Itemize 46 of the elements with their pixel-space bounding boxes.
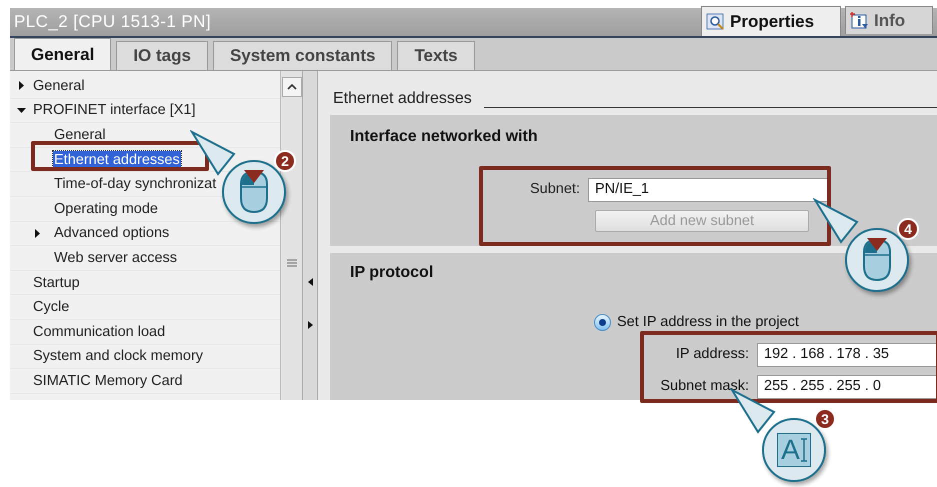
info-icon xyxy=(850,12,870,30)
field-label: Subnet: xyxy=(529,180,580,200)
tab[interactable]: Texts xyxy=(397,41,475,70)
mouse-icon xyxy=(860,238,894,282)
step-number-badge: 3 xyxy=(814,408,836,430)
radio-label: Set IP address in the project xyxy=(617,313,799,332)
tree-item[interactable]: Advanced options xyxy=(53,224,170,242)
section-heading: Ethernet addresses xyxy=(333,89,472,109)
window-title: PLC_2 [CPU 1513-1 PN] xyxy=(14,11,211,34)
tab[interactable]: IO tags xyxy=(116,41,208,70)
tab[interactable]: General xyxy=(14,38,112,70)
tab[interactable]: System constants xyxy=(212,41,392,70)
panel-title: IP protocol xyxy=(350,263,434,283)
tree-item[interactable]: Startup xyxy=(32,274,81,292)
tree-item[interactable]: Operating mode xyxy=(53,200,159,218)
scrollbar[interactable] xyxy=(280,71,302,400)
tree-item[interactable]: Ethernet addresses xyxy=(53,150,181,169)
inspector-tab[interactable]: Info xyxy=(845,6,933,34)
tree-item[interactable]: SIMATIC Memory Card xyxy=(32,372,184,390)
collapse-left-icon[interactable] xyxy=(308,278,312,286)
field-label: IP address: xyxy=(674,344,749,364)
mouse-icon xyxy=(237,170,271,214)
text-cursor-icon: A xyxy=(777,433,811,467)
field-label: Subnet mask: xyxy=(659,376,749,396)
tree-item[interactable]: Web server access xyxy=(53,248,178,267)
tree-item[interactable]: General xyxy=(53,126,107,144)
scroll-up-icon[interactable] xyxy=(286,84,296,90)
tree-item[interactable]: Time-of-day synchronizat xyxy=(53,175,218,194)
tree-item[interactable]: General xyxy=(32,76,86,95)
subnet-field[interactable]: PN/IE_1 xyxy=(588,178,828,202)
collapsed-arrow-icon[interactable] xyxy=(33,228,42,238)
tree-item[interactable]: Communication load xyxy=(32,322,166,341)
grip-icon xyxy=(286,259,296,267)
panel-title: Interface networked with xyxy=(350,127,538,147)
collapsed-arrow-icon[interactable] xyxy=(17,81,26,90)
radio-button[interactable] xyxy=(594,314,611,332)
magnifier-icon xyxy=(706,12,726,30)
address-field[interactable]: 192 . 168 . 178 . 35 xyxy=(757,342,937,367)
tree-item[interactable]: Cycle xyxy=(32,298,70,316)
inspector-tab[interactable]: Properties xyxy=(701,6,841,36)
address-field[interactable]: 255 . 255 . 255 . 0 xyxy=(757,374,937,399)
expanded-arrow-icon[interactable] xyxy=(17,106,26,115)
tree-item[interactable]: System and clock memory xyxy=(32,347,204,366)
i-beam-icon xyxy=(800,438,807,462)
expand-right-icon[interactable] xyxy=(308,321,312,329)
tree-item[interactable]: PROFINET interface [X1] xyxy=(32,101,197,120)
